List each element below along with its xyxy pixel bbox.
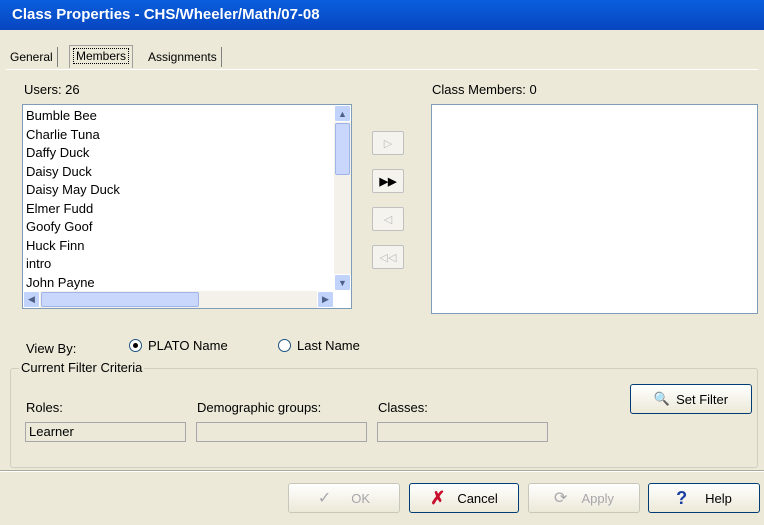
list-item[interactable]: John Payne <box>23 274 331 292</box>
title-bar: Class Properties - CHS/Wheeler/Math/07-0… <box>0 0 764 30</box>
scroll-right-icon[interactable]: ▶ <box>317 291 334 308</box>
magnifier-icon: 🔍 <box>653 391 671 406</box>
list-item[interactable]: Daisy May Duck <box>23 181 331 200</box>
cancel-label: Cancel <box>457 490 498 506</box>
dialog-body: General Members Assignments Users: 26 Cl… <box>0 30 764 525</box>
checkmark-icon: ✓ <box>317 490 332 507</box>
chevron-left-icon: ◁ <box>383 213 393 226</box>
members-panel: Users: 26 Class Members: 0 Bumble Bee Ch… <box>6 69 758 468</box>
list-item[interactable]: Daisy Duck <box>23 163 331 182</box>
apply-button[interactable]: ⟳ Apply <box>528 483 640 513</box>
add-selected-button[interactable]: ▷ <box>372 131 404 155</box>
question-mark-icon: ? <box>676 487 688 508</box>
remove-all-button[interactable]: ◁◁ <box>372 245 404 269</box>
window-title: Class Properties - CHS/Wheeler/Math/07-0… <box>12 6 320 23</box>
roles-label: Roles: <box>26 400 63 415</box>
roles-field: Learner <box>25 422 186 442</box>
list-item[interactable]: Huck Finn <box>23 237 331 256</box>
vertical-scroll-thumb[interactable] <box>335 123 350 175</box>
list-item[interactable]: Goofy Goof <box>23 218 331 237</box>
tab-general[interactable]: General <box>6 47 58 67</box>
help-label: Help <box>705 490 732 506</box>
cancel-button[interactable]: ✗ Cancel <box>409 483 519 513</box>
class-members-listbox[interactable] <box>431 104 758 314</box>
classes-label: Classes: <box>378 400 428 415</box>
horizontal-scroll-thumb[interactable] <box>41 292 199 307</box>
list-item[interactable]: Elmer Fudd <box>23 200 331 219</box>
filter-criteria-group: Current Filter Criteria Roles: Learner D… <box>10 360 758 468</box>
radio-plato-name[interactable]: PLATO Name <box>129 338 228 353</box>
set-filter-label: Set Filter <box>676 391 729 407</box>
radio-last-name[interactable]: Last Name <box>278 338 360 353</box>
double-chevron-right-icon: ▶▶ <box>379 175 397 188</box>
radio-unselected-icon <box>278 339 291 352</box>
demographic-groups-label: Demographic groups: <box>197 400 322 415</box>
radio-last-name-label: Last Name <box>297 338 360 353</box>
users-list: Bumble Bee Charlie Tuna Daffy Duck Daisy… <box>23 107 331 291</box>
filter-criteria-title: Current Filter Criteria <box>19 360 145 375</box>
class-members-label: Class Members: 0 <box>432 82 537 97</box>
scroll-up-icon[interactable]: ▲ <box>334 105 351 122</box>
list-item[interactable]: Charlie Tuna <box>23 126 331 145</box>
add-all-button[interactable]: ▶▶ <box>372 169 404 193</box>
list-item[interactable]: Bumble Bee <box>23 107 331 126</box>
users-horizontal-scrollbar[interactable]: ◀ ▶ <box>23 291 334 308</box>
classes-field <box>377 422 548 442</box>
users-listbox[interactable]: Bumble Bee Charlie Tuna Daffy Duck Daisy… <box>22 104 352 309</box>
help-button[interactable]: ? Help <box>648 483 760 513</box>
apply-label: Apply <box>581 490 614 506</box>
scroll-down-icon[interactable]: ▼ <box>334 274 351 291</box>
tab-assignments[interactable]: Assignments <box>144 47 222 67</box>
list-item[interactable]: intro <box>23 255 331 274</box>
footer-separator <box>0 470 764 472</box>
double-chevron-left-icon: ◁◁ <box>379 251 397 264</box>
close-icon: ✗ <box>430 487 446 508</box>
set-filter-button[interactable]: 🔍 Set Filter <box>630 384 752 414</box>
radio-selected-icon <box>129 339 142 352</box>
view-by-label: View By: <box>26 341 76 356</box>
tab-members[interactable]: Members <box>69 45 134 68</box>
ok-label: OK <box>351 490 371 506</box>
scroll-left-icon[interactable]: ◀ <box>23 291 40 308</box>
users-count-label: Users: 26 <box>24 82 80 97</box>
demographic-groups-field <box>196 422 367 442</box>
radio-plato-name-label: PLATO Name <box>148 338 228 353</box>
list-item[interactable]: Daffy Duck <box>23 144 331 163</box>
tab-assignments-label: Assignments <box>148 50 217 64</box>
refresh-icon: ⟳ <box>554 490 568 507</box>
chevron-right-icon: ▷ <box>383 137 393 150</box>
ok-button[interactable]: ✓ OK <box>288 483 400 513</box>
users-vertical-scrollbar[interactable]: ▲ ▼ <box>334 105 351 291</box>
view-by-text: View By: <box>26 341 77 356</box>
tab-general-label: General <box>10 50 53 64</box>
tab-members-label: Members <box>72 48 130 64</box>
remove-selected-button[interactable]: ◁ <box>372 207 404 231</box>
